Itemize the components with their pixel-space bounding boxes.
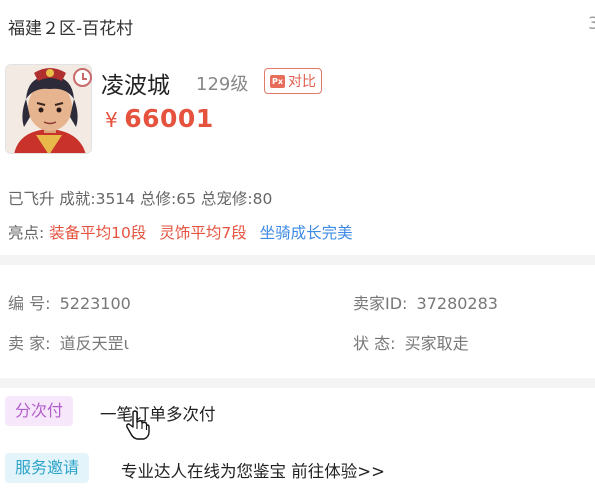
installment-tag: 分次付 [5, 396, 74, 426]
installment-text[interactable]: 一笔订单多次付 [100, 401, 216, 425]
compare-button[interactable]: Px 对比 [264, 68, 322, 94]
role-stats: 已飞升 成就:3514 总修:65 总宠修:80 [8, 190, 273, 208]
server-header-right-text: 3 [588, 14, 595, 34]
highlights-label: 亮点: [8, 224, 45, 242]
item-id: 编 号: 5223100 [8, 290, 131, 314]
seller-id-value: 37280283 [416, 294, 498, 313]
role-name: 凌波城 [101, 73, 170, 99]
seller-label: 卖 家: [8, 334, 51, 353]
status-label: 状 态: [353, 334, 396, 353]
installment-promo[interactable]: 分次付 一笔订单多次付 [0, 388, 595, 444]
highlight-item: 坐骑成长完美 [259, 224, 353, 242]
compare-label: 对比 [288, 74, 316, 90]
section-divider [0, 378, 595, 388]
status: 状 态: 买家取走 [353, 330, 469, 354]
highlight-item: 灵饰平均7段 [159, 224, 247, 242]
status-value: 买家取走 [404, 334, 469, 353]
trade-info: 编 号: 5223100 卖家ID: 37280283 卖 家: 道反天罡ι 状… [0, 265, 595, 378]
section-divider [0, 255, 595, 265]
price: ¥66001 [105, 104, 214, 133]
hand-cursor-icon [126, 410, 150, 440]
role-highlights: 亮点: 装备平均10段 灵饰平均7段 坐骑成长完美 [8, 221, 353, 243]
price-value: 66001 [124, 104, 214, 133]
highlight-item: 装备平均10段 [49, 224, 147, 242]
role-card[interactable]: 凌波城 129级 Px 对比 ¥66001 已飞升 成就:3514 总修:65 … [0, 50, 595, 255]
service-invite-text[interactable]: 专业达人在线为您鉴宝 前往体验>> [121, 458, 385, 482]
price-symbol: ¥ [105, 108, 119, 132]
item-id-value: 5223100 [59, 294, 131, 313]
seller-id: 卖家ID: 37280283 [353, 290, 498, 314]
compare-icon: Px [270, 74, 285, 88]
seller: 卖 家: 道反天罡ι [8, 330, 129, 354]
server-name: 福建２区-百花村 [8, 19, 134, 39]
service-invite-promo[interactable]: 服务邀请 专业达人在线为您鉴宝 前往体验>> [0, 445, 595, 501]
server-header: 福建２区-百花村 3 [0, 0, 595, 50]
seller-id-label: 卖家ID: [353, 294, 408, 313]
item-id-label: 编 号: [8, 294, 51, 313]
clock-icon [73, 68, 92, 87]
role-level: 129级 [196, 74, 249, 95]
seller-value: 道反天罡ι [59, 334, 129, 353]
service-invite-tag: 服务邀请 [5, 453, 90, 483]
